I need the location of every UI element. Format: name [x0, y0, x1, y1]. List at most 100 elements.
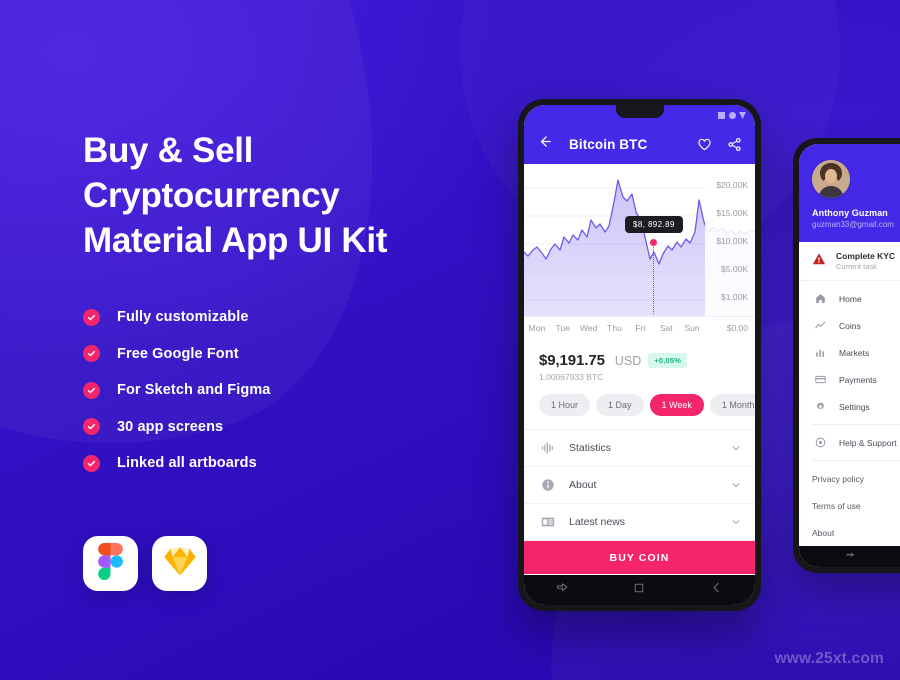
wifi-icon — [728, 106, 736, 124]
list-item: Linked all artboards — [83, 452, 503, 474]
chart-y-axis: $20.00K $15.00K $10.00K $5.00K $1.00K — [705, 164, 755, 339]
recents-icon[interactable] — [556, 581, 569, 599]
arrow-left-icon[interactable] — [537, 134, 552, 154]
x-tick-label: Sun — [684, 323, 700, 333]
x-tick-label: Wed — [579, 323, 598, 333]
price-subtext: 1.00067933 BTC — [539, 372, 604, 382]
phone-notch — [615, 105, 664, 118]
sidebar-item-help-support[interactable]: Help & Support — [799, 429, 900, 456]
section-latest-news[interactable]: Latest news — [524, 504, 755, 541]
page-title: Bitcoin BTC — [569, 136, 648, 152]
app-bar: Bitcoin BTC — [524, 124, 755, 164]
chevron-down-icon[interactable] — [730, 516, 742, 528]
price-summary: $9,191.75 USD +0,05% 1.00067933 BTC — [524, 339, 755, 382]
recents-icon[interactable] — [845, 548, 856, 566]
y-zero-label: $0.00 — [726, 323, 749, 333]
y-tick-label: $1.00K — [721, 292, 748, 302]
sidebar-item-settings[interactable]: Settings — [799, 393, 900, 420]
chevron-down-icon[interactable] — [730, 442, 742, 454]
kyc-title: Complete KYC — [836, 251, 896, 261]
android-navbar-primary — [524, 575, 755, 605]
chip-1-month[interactable]: 1 Month — [709, 394, 755, 416]
list-item: Fully customizable — [83, 306, 503, 328]
chip-1-day[interactable]: 1 Day — [596, 394, 644, 416]
kyc-subtitle: Current task — [836, 262, 877, 271]
chart-marker-dot[interactable] — [649, 238, 658, 247]
battery-icon — [739, 106, 746, 124]
sidebar-item-label: Home — [839, 293, 862, 304]
chevron-down-icon[interactable] — [730, 479, 742, 491]
figma-logo-tile[interactable] — [83, 536, 138, 591]
watermark: www.25xt.com — [774, 650, 884, 667]
price-currency: USD — [614, 353, 642, 368]
sidebar-item-privacy-policy[interactable]: Privacy policy — [799, 465, 900, 492]
chip-1-hour[interactable]: 1 Hour — [539, 394, 591, 416]
sidebar-item-label: Markets — [839, 347, 870, 358]
section-statistics[interactable]: Statistics — [524, 430, 755, 467]
equalizer-icon — [537, 441, 558, 455]
back-arrow-icon[interactable] — [710, 581, 723, 599]
list-item: 30 app screens — [83, 416, 503, 438]
sidebar-item-terms-of-use[interactable]: Terms of use — [799, 492, 900, 519]
tool-logos — [83, 536, 207, 591]
list-item-label: 30 app screens — [117, 418, 224, 435]
figma-logo-icon — [98, 542, 123, 585]
list-item-label: Fully customizable — [117, 309, 249, 326]
sketch-logo-icon — [163, 546, 197, 582]
sidebar-item-markets[interactable]: Markets — [799, 339, 900, 366]
chip-1-week[interactable]: 1 Week — [649, 394, 704, 416]
avatar[interactable] — [812, 160, 850, 198]
phone-device-secondary: Anthony Guzman guzman33@gmail.com Comple… — [793, 138, 900, 573]
sidebar-item-label: Payments — [839, 374, 877, 385]
check-circle-icon — [83, 454, 100, 472]
user-name: Anthony Guzman — [812, 208, 888, 218]
share-icon[interactable] — [727, 137, 742, 152]
sidebar-item-label: Coins — [839, 320, 861, 331]
sidebar-item-label: Terms of use — [812, 500, 861, 511]
sketch-logo-tile[interactable] — [152, 536, 207, 591]
section-label: Statistics — [569, 442, 612, 454]
sidebar-item-label: About — [812, 527, 835, 538]
section-about[interactable]: About — [524, 467, 755, 504]
expandable-sections: Statistics About Latest news — [524, 429, 755, 541]
heart-icon[interactable] — [697, 137, 712, 152]
sidebar-item-payments[interactable]: Payments — [799, 366, 900, 393]
list-item-label: Linked all artboards — [117, 455, 257, 472]
price-value: $9,191.75 — [539, 352, 605, 369]
sidebar-item-home[interactable]: Home — [799, 285, 900, 312]
price-chart[interactable]: $8, 892.89 $20.00K $15.00K $10.00K $5.00… — [524, 164, 755, 339]
sidebar-item-label: Help & Support — [839, 437, 897, 448]
menu-divider — [812, 460, 900, 461]
kyc-task-row[interactable]: Complete KYC Current task — [799, 242, 900, 281]
sidebar-item-label: Settings — [839, 401, 870, 412]
sidebar-item-label: Privacy policy — [812, 473, 864, 484]
sidebar-item-about[interactable]: About — [799, 519, 900, 546]
check-circle-icon — [83, 418, 100, 436]
x-tick-label: Sat — [659, 323, 673, 333]
list-item: Free Google Font — [83, 343, 503, 365]
drawer-screen: Anthony Guzman guzman33@gmail.com Comple… — [799, 144, 900, 567]
gear-icon — [812, 401, 828, 412]
kyc-text: Complete KYC Current task — [836, 251, 895, 271]
sidebar-item-coins[interactable]: Coins — [799, 312, 900, 339]
x-tick-label: Mon — [528, 323, 546, 333]
bar-chart-icon — [812, 347, 828, 358]
home-square-icon[interactable] — [633, 581, 645, 599]
list-item-label: Free Google Font — [117, 345, 239, 362]
phone-device-primary: Bitcoin BTC $8, 892.89 $20.00K $15.00K $… — [518, 99, 761, 611]
drawer-menu: Home Coins Markets Payments Settings Hel… — [799, 281, 900, 546]
menu-divider — [812, 424, 900, 425]
lifebuoy-icon — [812, 437, 828, 448]
x-tick-label: Tue — [555, 323, 570, 333]
promo-panel: Buy & Sell Cryptocurrency Material App U… — [83, 128, 503, 489]
buy-coin-button[interactable]: BUY COIN — [524, 541, 755, 574]
list-item-label: For Sketch and Figma — [117, 382, 271, 399]
y-tick-label: $20.00K — [716, 180, 748, 190]
check-circle-icon — [83, 308, 100, 326]
android-navbar-secondary — [799, 546, 900, 567]
price-row: $9,191.75 USD +0,05% — [539, 352, 740, 369]
feature-list: Fully customizable Free Google Font For … — [83, 306, 503, 474]
warning-icon — [812, 252, 826, 271]
check-circle-icon — [83, 345, 100, 363]
user-email: guzman33@gmail.com — [812, 220, 894, 229]
